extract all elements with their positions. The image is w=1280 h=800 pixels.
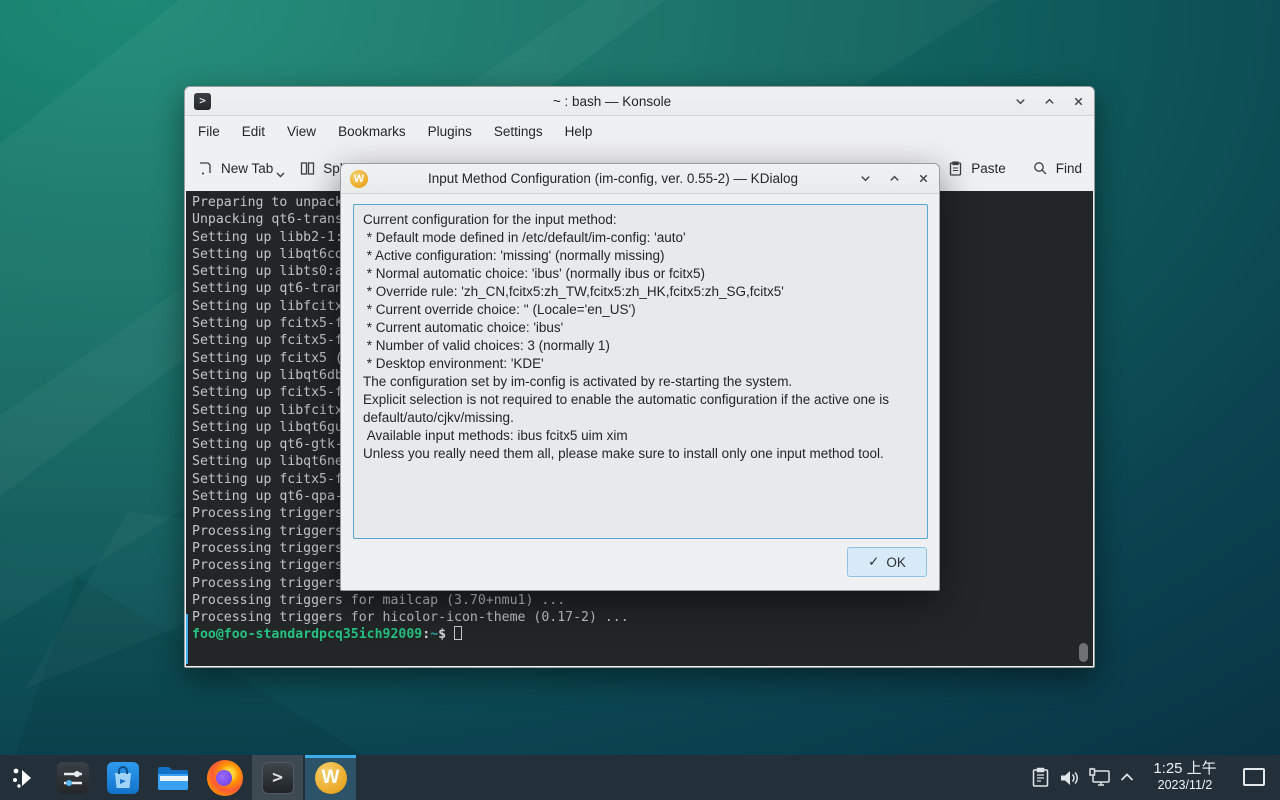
terminal-cursor [454,626,462,640]
dialog-message-line: * Active configuration: 'missing' (norma… [363,247,918,265]
chevron-down-icon [276,166,285,181]
clipboard-tray-icon [1031,767,1050,788]
dialog-message-line: Available input methods: ibus fcitx5 uim… [363,427,918,445]
konsole-menubar: FileEditViewBookmarksPluginsSettingsHelp [185,116,1094,147]
launcher-icon [10,764,38,792]
menu-item[interactable]: View [276,120,327,143]
kdialog-window: W Input Method Configuration (im-config,… [340,163,940,591]
new-tab-icon [197,160,214,177]
kdialog-task-icon: W [315,762,347,794]
find-icon [1032,160,1049,177]
menu-item[interactable]: Settings [483,120,554,143]
tray-expand-button[interactable] [1116,755,1138,800]
network-tray-icon [1088,767,1112,788]
clipboard-tray-button[interactable] [1027,755,1053,800]
konsole-app-icon: > [194,93,211,110]
volume-tray-icon [1058,768,1080,788]
find-label: Find [1056,161,1082,176]
dialog-message-box: Current configuration for the input meth… [353,204,928,539]
terminal-prompt-line: foo@foo-standardpcq35ich92009:~$ [192,626,1093,643]
app-launcher-button[interactable] [4,755,44,800]
close-icon[interactable] [916,172,930,186]
menu-item[interactable]: Help [554,120,604,143]
dialog-message-line: * Current automatic choice: 'ibus' [363,319,918,337]
network-tray-button[interactable] [1085,755,1115,800]
discover-icon [107,762,139,794]
dialog-message-line: * Normal automatic choice: 'ibus' (norma… [363,265,918,283]
menu-item[interactable]: Plugins [417,120,483,143]
clock-date: 2023/11/2 [1143,778,1227,793]
dialog-message-line: * Desktop environment: 'KDE' [363,355,918,373]
close-icon[interactable] [1071,94,1085,108]
menu-item[interactable]: Edit [231,120,276,143]
taskbar-task-konsole[interactable]: > [252,755,303,800]
dialog-message-line: * Default mode defined in /etc/default/i… [363,229,918,247]
dialog-button-row: ✓ OK [847,547,927,577]
show-desktop-button[interactable] [1243,768,1265,786]
system-settings-icon [57,762,89,794]
new-tab-label: New Tab [221,161,273,176]
taskbar-task-firefox[interactable] [200,755,250,800]
ok-button[interactable]: ✓ OK [847,547,927,577]
kdialog-window-title: Input Method Configuration (im-config, v… [376,171,850,186]
new-tab-button[interactable]: New Tab [197,160,273,177]
konsole-titlebar[interactable]: > ~ : bash — Konsole [185,87,1094,116]
paste-button[interactable]: Paste [947,160,1006,177]
paste-icon [947,160,964,177]
paste-label: Paste [971,161,1006,176]
dialog-message-line: Unless you really need them all, please … [363,445,918,463]
kdialog-w-icon: W [350,170,368,188]
minimize-icon[interactable] [1013,94,1027,108]
menu-item[interactable]: Bookmarks [327,120,417,143]
prompt-cwd: ~ [430,627,438,642]
taskbar-task-kdialog[interactable]: W [305,755,356,800]
maximize-icon[interactable] [1042,94,1056,108]
dolphin-folder-icon [156,764,190,792]
dialog-message-line: * Current override choice: '' (Locale='e… [363,301,918,319]
prompt-colon: : [422,627,430,642]
digital-clock[interactable]: 1:25 上午 2023/11/2 [1143,760,1227,793]
system-settings-launcher[interactable] [52,755,94,800]
terminal-activity-marker [186,614,188,664]
maximize-icon[interactable] [887,172,901,186]
konsole-window-title: ~ : bash — Konsole [219,94,1005,109]
prompt-dollar: $ [438,627,446,642]
prompt-user-host: foo@foo-standardpcq35ich92009 [192,627,422,642]
dialog-message-line: Current configuration for the input meth… [363,211,918,229]
minimize-icon[interactable] [858,172,872,186]
dialog-message-line: The configuration set by im-config is ac… [363,373,918,391]
find-button[interactable]: Find [1032,160,1082,177]
taskbar-panel: > W 1:25 上午 2023/11/2 [0,755,1280,800]
dialog-message-line: * Number of valid choices: 3 (normally 1… [363,337,918,355]
terminal-line: Processing triggers for hicolor-icon-the… [192,609,1093,626]
clock-time: 1:25 上午 [1143,760,1227,778]
terminal-scrollbar-thumb[interactable] [1079,643,1088,662]
firefox-icon [207,760,243,796]
dialog-message-line: * Override rule: 'zh_CN,fcitx5:zh_TW,fci… [363,283,918,301]
konsole-task-icon: > [262,762,294,794]
split-view-icon [299,160,316,177]
dialog-message-line: Explicit selection is not required to en… [363,391,918,427]
dolphin-launcher[interactable] [152,755,194,800]
discover-launcher[interactable] [102,755,144,800]
ok-label: OK [886,555,906,570]
ok-check-icon: ✓ [868,554,879,570]
menu-item[interactable]: File [187,120,231,143]
volume-tray-button[interactable] [1055,755,1083,800]
active-task-indicator [305,755,356,758]
tray-expand-icon [1120,773,1134,782]
terminal-line: Processing triggers for mailcap (3.70+nm… [192,592,1093,609]
kdialog-titlebar[interactable]: W Input Method Configuration (im-config,… [341,164,939,194]
